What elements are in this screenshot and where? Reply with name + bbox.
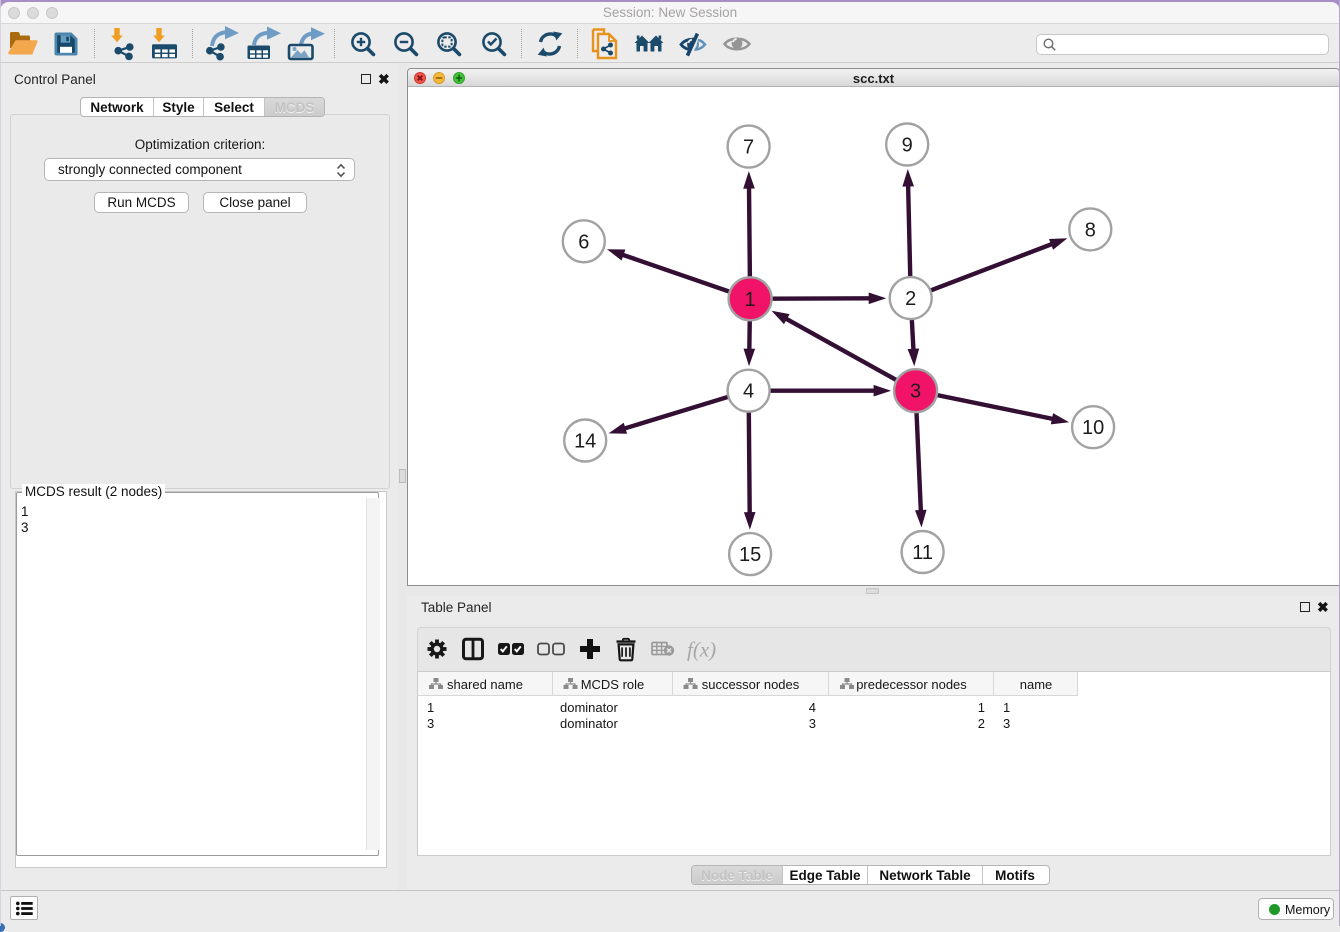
svg-text:7: 7 [743,137,754,159]
svg-text:8: 8 [1085,219,1096,241]
svg-text:9: 9 [902,135,913,157]
svg-text:15: 15 [739,544,761,566]
svg-text:10: 10 [1082,417,1104,439]
svg-text:11: 11 [912,542,933,564]
svg-text:6: 6 [578,231,589,253]
svg-text:2: 2 [905,288,916,310]
svg-text:14: 14 [574,431,596,453]
svg-text:1: 1 [745,289,756,311]
svg-text:f(x): f(x) [687,638,716,662]
svg-text:3: 3 [910,381,921,403]
svg-text:4: 4 [743,381,754,403]
